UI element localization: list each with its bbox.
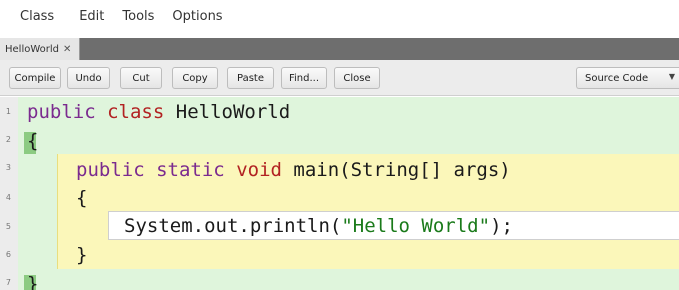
line-number: 6 [5, 250, 11, 259]
keyword: static [156, 159, 225, 181]
menu-options[interactable]: Options [163, 0, 231, 34]
code-line-1: public class HelloWorld [27, 100, 290, 124]
menu-edit[interactable]: Edit [70, 0, 113, 34]
keyword: public [76, 159, 145, 181]
line-number: 1 [5, 107, 11, 116]
method-signature: main(String[] args) [293, 159, 511, 181]
compile-button[interactable]: Compile [9, 67, 61, 89]
code-line-5: System.out.println("Hello World"); [124, 214, 513, 238]
view-mode-value: Source Code [585, 72, 649, 84]
code-line-3: public static void main(String[] args) [76, 158, 511, 182]
line-number: 2 [5, 135, 11, 144]
undo-button[interactable]: Undo [67, 67, 110, 89]
menu-tools[interactable]: Tools [113, 0, 163, 34]
code-line-2: { [27, 130, 39, 152]
copy-button[interactable]: Copy [172, 67, 218, 89]
code-text: System.out.println( [124, 215, 342, 237]
close-button[interactable]: Close [334, 67, 380, 89]
bluej-editor-window: Class Edit Tools Options HelloWorld ✕ Co… [0, 0, 679, 290]
code-line-7: } [27, 273, 39, 290]
keyword: class [107, 101, 165, 123]
keyword: void [236, 159, 282, 181]
code-line-6: } [76, 244, 88, 266]
string-literal: "Hello World" [341, 215, 491, 237]
line-number: 4 [5, 193, 11, 202]
chevron-down-icon: ▼ [668, 72, 675, 81]
code-editor[interactable]: 1 2 3 4 5 6 7 public class HelloWorld { … [0, 97, 679, 290]
toolbar: Compile Undo Cut Copy Paste Find... Clos… [0, 60, 679, 96]
class-name: HelloWorld [175, 101, 291, 123]
paste-button[interactable]: Paste [227, 67, 274, 89]
line-number: 7 [5, 278, 11, 287]
close-icon[interactable]: ✕ [63, 44, 71, 55]
menu-class[interactable]: Class [0, 0, 70, 34]
code-text: ); [490, 215, 513, 237]
code-line-4: { [76, 187, 88, 209]
find-button[interactable]: Find... [281, 67, 327, 89]
line-number: 3 [5, 163, 11, 172]
keyword: public [27, 101, 96, 123]
tab-label: HelloWorld [5, 43, 60, 55]
menu-bar: Class Edit Tools Options [0, 0, 679, 34]
cut-button[interactable]: Cut [120, 67, 162, 89]
tab-bar: HelloWorld ✕ [0, 38, 679, 60]
line-number: 5 [5, 222, 11, 231]
tab-helloworld[interactable]: HelloWorld ✕ [0, 38, 80, 60]
view-mode-select[interactable]: Source Code ▼ [576, 67, 679, 89]
